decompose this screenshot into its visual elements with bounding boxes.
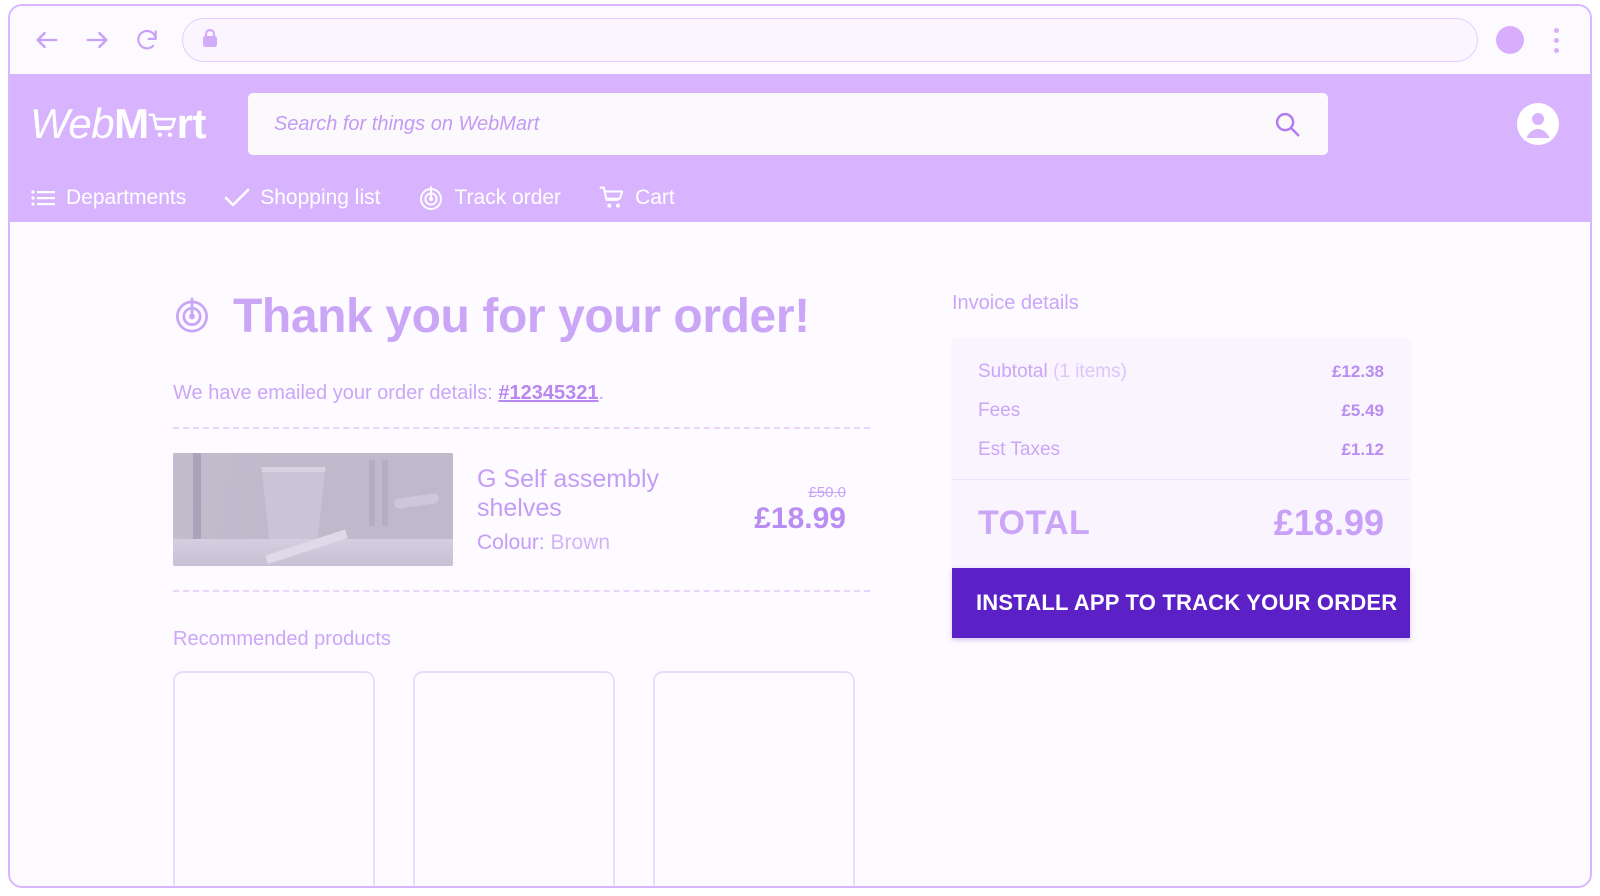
product-price-original: £50.0 bbox=[808, 483, 846, 501]
browser-window: Web M rt Search for things on WebMart De… bbox=[8, 4, 1592, 888]
sidebar-item-shopping-list[interactable]: Shopping list bbox=[224, 185, 380, 211]
account-circle-icon bbox=[1517, 103, 1559, 145]
site-logo[interactable]: Web M rt bbox=[30, 103, 206, 145]
order-number-link[interactable]: #12345321 bbox=[498, 382, 598, 404]
browser-chrome-right bbox=[1496, 25, 1568, 55]
product-image-pole-b bbox=[381, 460, 388, 526]
product-colour-value: Brown bbox=[550, 530, 611, 554]
browser-chrome-bar bbox=[10, 6, 1590, 74]
invoice-label-subtotal-text: Subtotal bbox=[978, 361, 1048, 382]
logo-text-rt: rt bbox=[176, 100, 207, 147]
invoice-label-est-taxes: Est Taxes bbox=[978, 439, 1061, 460]
nav-label-cart: Cart bbox=[635, 186, 675, 209]
reload-button[interactable] bbox=[130, 23, 164, 57]
recommended-product-card[interactable] bbox=[173, 671, 375, 886]
logo-text-m: M bbox=[114, 100, 149, 147]
nav-label-shopping-list: Shopping list bbox=[260, 186, 381, 209]
product-colour: Colour: Brown bbox=[477, 531, 726, 555]
invoice-subtotal-count: (1 items) bbox=[1053, 361, 1127, 382]
invoice-row-fees: Fees £5.49 bbox=[978, 400, 1384, 422]
order-confirmation-column: Thank you for your order! We have emaile… bbox=[10, 290, 870, 886]
invoice-value-est-taxes: £1.12 bbox=[1341, 440, 1384, 459]
header-top-row: Web M rt bbox=[10, 74, 1590, 174]
search-button[interactable] bbox=[1268, 105, 1306, 143]
radar-target-icon bbox=[173, 296, 211, 339]
lock-icon bbox=[201, 28, 219, 53]
invoice-row-subtotal: Subtotal (1 items) £12.38 bbox=[978, 361, 1384, 383]
site-header: Web M rt Search for things on WebMart De… bbox=[10, 74, 1590, 222]
invoice-line-items: Subtotal (1 items) £12.38 Fees £5.49 Est… bbox=[952, 339, 1410, 480]
kebab-menu-icon[interactable] bbox=[1544, 25, 1568, 55]
install-app-button[interactable]: INSTALL APP TO TRACK YOUR ORDER bbox=[952, 568, 1410, 638]
invoice-value-subtotal: £12.38 bbox=[1332, 362, 1384, 381]
order-email-notice: We have emailed your order details: #123… bbox=[173, 382, 870, 405]
header-nav: Departments Shopping list Track order Ca… bbox=[10, 174, 1590, 222]
back-button[interactable] bbox=[30, 23, 64, 57]
invoice-label-fees: Fees bbox=[978, 400, 1021, 421]
recommended-product-card[interactable] bbox=[653, 671, 855, 886]
recommended-product-card[interactable] bbox=[413, 671, 615, 886]
content-area: Thank you for your order! We have emaile… bbox=[10, 222, 1590, 886]
invoice-total-label: TOTAL bbox=[978, 503, 1091, 542]
invoice-label-subtotal: Subtotal (1 items) bbox=[978, 361, 1127, 383]
browser-nav-buttons bbox=[30, 23, 164, 57]
radar-target-icon bbox=[418, 185, 444, 211]
arrow-right-icon bbox=[86, 31, 108, 49]
order-product-row: G Self assembly shelves Colour: Brown £5… bbox=[173, 429, 870, 590]
page-body: Thank you for your order! We have emaile… bbox=[10, 222, 1590, 886]
invoice-total-row: TOTAL £18.99 bbox=[952, 480, 1410, 568]
sidebar-item-track-order[interactable]: Track order bbox=[418, 185, 561, 211]
invoice-row-est-taxes: Est Taxes £1.12 bbox=[978, 439, 1384, 461]
sidebar-item-departments[interactable]: Departments bbox=[30, 185, 186, 211]
invoice-details-title: Invoice details bbox=[952, 292, 1079, 314]
sidebar-item-cart[interactable]: Cart bbox=[599, 185, 675, 211]
account-button[interactable] bbox=[1516, 102, 1560, 146]
search-icon bbox=[1275, 112, 1300, 137]
product-info: G Self assembly shelves Colour: Brown bbox=[477, 465, 726, 555]
logo-text-web: Web bbox=[30, 100, 115, 147]
recommended-products-grid bbox=[173, 671, 870, 886]
product-price-current: £18.99 bbox=[754, 501, 846, 535]
thank-you-block: Thank you for your order! bbox=[173, 290, 870, 343]
check-icon bbox=[224, 185, 250, 211]
invoice-value-fees: £5.49 bbox=[1341, 401, 1384, 420]
order-email-prefix: We have emailed your order details: bbox=[173, 382, 499, 405]
product-image-pole-a bbox=[369, 460, 376, 526]
arrow-left-icon bbox=[36, 31, 58, 49]
product-price-block: £50.0 £18.99 bbox=[750, 484, 870, 536]
list-menu-icon bbox=[30, 185, 56, 211]
divider-bottom bbox=[173, 590, 870, 593]
nav-label-track-order: Track order bbox=[454, 186, 562, 209]
recommended-products-title: Recommended products bbox=[173, 628, 391, 651]
reload-icon bbox=[137, 29, 157, 50]
browser-profile-icon[interactable] bbox=[1496, 26, 1524, 54]
nav-label-departments: Departments bbox=[66, 186, 187, 209]
search-input[interactable] bbox=[273, 112, 1268, 136]
product-image[interactable] bbox=[173, 453, 453, 567]
product-title[interactable]: G Self assembly shelves bbox=[477, 465, 726, 523]
shopping-cart-icon bbox=[599, 185, 625, 211]
site-search-bar[interactable] bbox=[247, 93, 1328, 155]
forward-button[interactable] bbox=[80, 23, 114, 57]
product-colour-label: Colour: bbox=[477, 530, 545, 554]
invoice-card: Subtotal (1 items) £12.38 Fees £5.49 Est… bbox=[952, 339, 1410, 568]
order-email-suffix: . bbox=[598, 382, 605, 405]
invoice-total-value: £18.99 bbox=[1273, 502, 1384, 543]
page-title: Thank you for your order! bbox=[233, 290, 810, 343]
invoice-column: Invoice details Subtotal (1 items) £12.3… bbox=[870, 292, 1410, 886]
shopping-cart-icon bbox=[148, 106, 178, 137]
url-bar[interactable] bbox=[182, 18, 1478, 62]
